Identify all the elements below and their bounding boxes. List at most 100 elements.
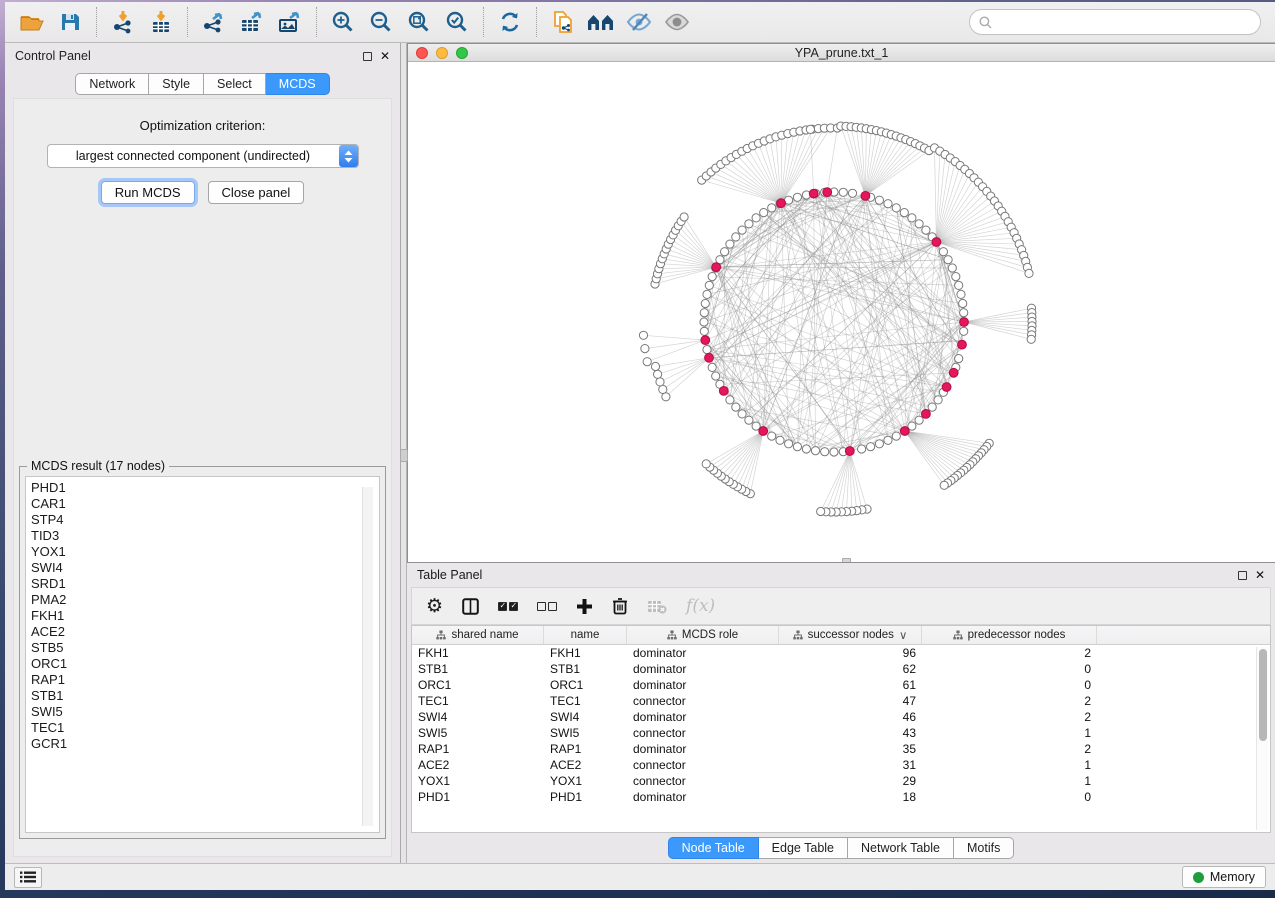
mcds-result-item[interactable]: STB5 [31, 640, 379, 656]
column-header-predecessor-nodes[interactable]: predecessor nodes [922, 626, 1097, 644]
table-cell[interactable]: connector [627, 758, 779, 772]
table-cell[interactable]: FKH1 [544, 646, 627, 660]
table-row[interactable]: STB1STB1dominator620 [412, 661, 1270, 677]
table-cell[interactable]: 0 [922, 790, 1097, 804]
table-row[interactable]: SWI4SWI4dominator462 [412, 709, 1270, 725]
tab-style[interactable]: Style [149, 73, 204, 95]
mcds-result-item[interactable]: CAR1 [31, 496, 379, 512]
table-cell[interactable]: 0 [922, 662, 1097, 676]
run-mcds-button[interactable]: Run MCDS [101, 181, 195, 204]
table-cell[interactable]: YOX1 [544, 774, 627, 788]
table-cell[interactable]: YOX1 [412, 774, 544, 788]
table-cell[interactable]: dominator [627, 710, 779, 724]
refresh-view-icon[interactable] [491, 5, 529, 39]
column-header-name[interactable]: name [544, 626, 627, 644]
table-cell[interactable]: dominator [627, 662, 779, 676]
tab-mcds[interactable]: MCDS [266, 73, 330, 95]
table-row[interactable]: SWI5SWI5connector431 [412, 725, 1270, 741]
mcds-result-item[interactable]: PMA2 [31, 592, 379, 608]
table-cell[interactable]: PHD1 [544, 790, 627, 804]
table-cell[interactable]: ACE2 [412, 758, 544, 772]
table-cell[interactable]: 62 [779, 662, 922, 676]
network-canvas[interactable] [408, 62, 1275, 562]
table-cell[interactable]: 96 [779, 646, 922, 660]
memory-button[interactable]: Memory [1182, 866, 1266, 888]
column-header-successor-nodes[interactable]: successor nodes ∨ [779, 626, 922, 644]
table-cell[interactable]: dominator [627, 646, 779, 660]
open-file-icon[interactable] [13, 5, 51, 39]
table-cell[interactable]: TEC1 [412, 694, 544, 708]
hide-selected-icon[interactable] [620, 5, 658, 39]
table-cell[interactable]: 61 [779, 678, 922, 692]
table-cell[interactable]: 1 [922, 758, 1097, 772]
zoom-in-icon[interactable] [324, 5, 362, 39]
table-cell[interactable]: 2 [922, 646, 1097, 660]
table-row[interactable]: RAP1RAP1dominator352 [412, 741, 1270, 757]
mcds-result-item[interactable]: SWI4 [31, 560, 379, 576]
tab-edge-table[interactable]: Edge Table [759, 837, 848, 859]
mcds-result-item[interactable]: SWI5 [31, 704, 379, 720]
result-list-scrollbar[interactable] [362, 487, 373, 826]
float-panel-icon[interactable] [363, 52, 372, 61]
table-cell[interactable]: SWI5 [544, 726, 627, 740]
mcds-result-item[interactable]: SRD1 [31, 576, 379, 592]
close-panel-button[interactable]: Close panel [208, 181, 305, 204]
table-row[interactable]: FKH1FKH1dominator962 [412, 645, 1270, 661]
close-table-panel-icon[interactable]: ✕ [1255, 569, 1265, 581]
mcds-result-item[interactable]: TID3 [31, 528, 379, 544]
network-window-titlebar[interactable]: YPA_prune.txt_1 [408, 44, 1275, 62]
mcds-result-item[interactable]: FKH1 [31, 608, 379, 624]
table-cell[interactable]: 43 [779, 726, 922, 740]
network-graph[interactable] [408, 62, 1275, 562]
tab-node-table[interactable]: Node Table [668, 837, 759, 859]
save-session-icon[interactable] [51, 5, 89, 39]
search-input[interactable] [997, 15, 1251, 29]
splitter-grip[interactable] [400, 449, 408, 462]
zoom-selected-icon[interactable] [438, 5, 476, 39]
table-cell[interactable]: 1 [922, 726, 1097, 740]
table-cell[interactable]: 1 [922, 774, 1097, 788]
task-history-button[interactable] [14, 867, 42, 888]
settings-gear-icon[interactable]: ⚙ [426, 597, 443, 616]
export-network-icon[interactable] [195, 5, 233, 39]
table-cell[interactable]: SWI4 [412, 710, 544, 724]
table-scrollbar[interactable] [1256, 647, 1268, 830]
table-cell[interactable]: 46 [779, 710, 922, 724]
table-body[interactable]: FKH1FKH1dominator962STB1STB1dominator620… [412, 645, 1270, 805]
table-cell[interactable]: dominator [627, 790, 779, 804]
mcds-result-item[interactable]: STP4 [31, 512, 379, 528]
first-neighbors-icon[interactable] [582, 5, 620, 39]
table-cell[interactable]: 18 [779, 790, 922, 804]
table-row[interactable]: ACE2ACE2connector311 [412, 757, 1270, 773]
import-table-icon[interactable] [142, 5, 180, 39]
table-row[interactable]: TEC1TEC1connector472 [412, 693, 1270, 709]
zoom-fit-icon[interactable] [400, 5, 438, 39]
mcds-result-item[interactable]: YOX1 [31, 544, 379, 560]
delete-column-icon[interactable] [612, 597, 628, 615]
column-header-shared-name[interactable]: shared name [412, 626, 544, 644]
table-cell[interactable]: 35 [779, 742, 922, 756]
table-cell[interactable]: connector [627, 726, 779, 740]
table-cell[interactable]: RAP1 [412, 742, 544, 756]
add-column-icon[interactable] [576, 598, 593, 615]
table-cell[interactable]: 47 [779, 694, 922, 708]
zoom-out-icon[interactable] [362, 5, 400, 39]
mcds-result-item[interactable]: STB1 [31, 688, 379, 704]
table-cell[interactable]: dominator [627, 742, 779, 756]
mcds-result-item[interactable]: ORC1 [31, 656, 379, 672]
tab-network[interactable]: Network [75, 73, 149, 95]
table-cell[interactable]: STB1 [412, 662, 544, 676]
table-cell[interactable]: STB1 [544, 662, 627, 676]
table-cell[interactable]: 2 [922, 694, 1097, 708]
table-cell[interactable]: 2 [922, 742, 1097, 756]
table-scrollbar-thumb[interactable] [1259, 649, 1267, 741]
table-cell[interactable]: 31 [779, 758, 922, 772]
mcds-result-item[interactable]: GCR1 [31, 736, 379, 752]
table-cell[interactable]: dominator [627, 678, 779, 692]
mcds-result-list[interactable]: PHD1CAR1STP4TID3YOX1SWI4SRD1PMA2FKH1ACE2… [25, 476, 380, 833]
search-field[interactable] [969, 9, 1261, 35]
mcds-result-item[interactable]: PHD1 [31, 480, 379, 496]
table-cell[interactable]: ACE2 [544, 758, 627, 772]
close-panel-icon[interactable]: ✕ [380, 50, 390, 62]
mcds-result-item[interactable]: ACE2 [31, 624, 379, 640]
